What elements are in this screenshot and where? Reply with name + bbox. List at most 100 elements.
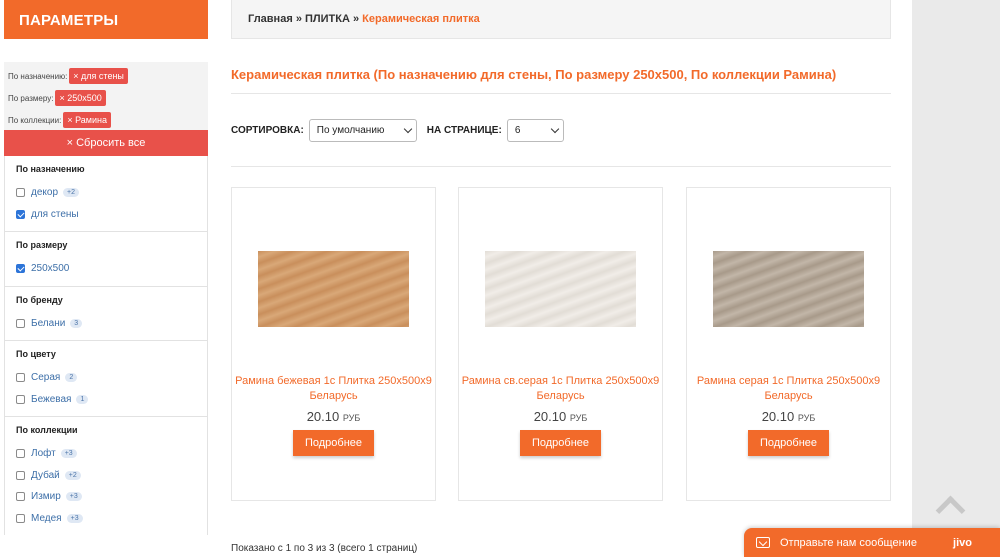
product-price: 20.10 РУБ [459, 409, 662, 424]
filter-sidebar: ПАРАМЕТРЫ По назначению: × для стены По … [4, 0, 208, 557]
filter-count-badge: +2 [63, 188, 79, 198]
active-filter-collection: По коллекции: × Рамина [8, 109, 208, 131]
details-button[interactable]: Подробнее [293, 430, 374, 456]
product-image[interactable] [713, 251, 864, 327]
breadcrumb: Главная » ПЛИТКА » Керамическая плитка [231, 0, 891, 39]
breadcrumb-home-link[interactable]: Главная [248, 13, 293, 25]
product-name-link[interactable]: Рамина св.серая 1с Плитка 250x500x9 Бела… [459, 374, 662, 404]
per-page-label: НА СТРАНИЦЕ: [426, 124, 502, 136]
price-value: 20.10 [761, 409, 795, 424]
filter-option-label[interactable]: Лофт [31, 448, 56, 459]
filter-group-title: По коллекции [16, 425, 78, 435]
filter-group-title: По размеру [16, 240, 68, 250]
checkbox-checked[interactable] [16, 264, 25, 274]
product-card[interactable]: Рамина св.серая 1с Плитка 250x500x9 Бела… [458, 187, 663, 501]
breadcrumb-separator: » [352, 13, 360, 25]
checkbox[interactable] [16, 188, 25, 198]
filter-group-title: По назначению [16, 164, 85, 174]
price-currency: РУБ [569, 413, 588, 423]
checkbox-checked[interactable] [16, 209, 25, 219]
filter-option-label[interactable]: Медея [31, 513, 62, 524]
checkbox[interactable] [16, 470, 25, 480]
filter-option-label[interactable]: Серая [31, 372, 60, 383]
sidebar-title: ПАРАМЕТРЫ [4, 0, 208, 39]
filter-group-title: По цвету [16, 349, 56, 359]
price-currency: РУБ [797, 413, 816, 423]
filter-option-label[interactable]: декор [31, 187, 58, 198]
sort-select[interactable]: По умолчанию [308, 118, 417, 142]
filter-option[interactable]: Измир +3 [16, 486, 207, 508]
filter-group-title: По бренду [16, 294, 63, 305]
filter-option[interactable]: Дубай +2 [16, 465, 207, 487]
filter-count-badge: +2 [64, 470, 81, 480]
filter-count-badge: +3 [66, 513, 83, 523]
filter-group-collection: По коллекции Лофт +3 Дубай +2 Измир +3 М… [4, 417, 208, 535]
filter-option[interactable]: Медея +3 [16, 508, 207, 530]
product-card[interactable]: Рамина бежевая 1с Плитка 250x500x9 Белар… [231, 187, 436, 501]
product-grid: Рамина бежевая 1с Плитка 250x500x9 Белар… [231, 187, 891, 501]
divider [231, 166, 891, 167]
filter-option[interactable]: Белани 3 [16, 313, 207, 335]
filter-count-badge: 3 [70, 318, 83, 328]
breadcrumb-current: Керамическая плитка [362, 13, 480, 25]
filter-option[interactable]: Бежевая 1 [16, 389, 207, 411]
chevron-down-icon [550, 124, 560, 133]
filter-count-badge: +3 [65, 492, 82, 502]
mail-icon [756, 537, 770, 548]
product-image[interactable] [485, 251, 636, 327]
active-filter-label: По назначению: [8, 71, 68, 81]
filter-group-size: По размеру 250x500 [4, 232, 208, 287]
filter-option-label[interactable]: Измир [31, 491, 61, 502]
active-filter-label: По размеру: [8, 93, 54, 103]
chat-label: Отправьте нам сообщение [780, 536, 917, 549]
breadcrumb-separator: » [295, 13, 302, 25]
product-card[interactable]: Рамина серая 1с Плитка 250x500x9 Беларус… [686, 187, 891, 501]
active-filter-purpose: По назначению: × для стены [8, 65, 208, 87]
active-filter-label: По коллекции: [8, 115, 62, 125]
sort-bar: СОРТИРОВКА: По умолчанию НА СТРАНИЦЕ: 6 [231, 94, 891, 166]
per-page-select-value: 6 [514, 124, 521, 136]
remove-filter-chip[interactable]: × для стены [69, 68, 128, 84]
per-page-select[interactable]: 6 [506, 118, 564, 142]
page-title: Керамическая плитка (По назначению для с… [231, 67, 837, 82]
chat-widget[interactable]: Отправьте нам сообщение jivo [744, 528, 1000, 557]
filter-option[interactable]: 250x500 [16, 258, 207, 280]
remove-filter-chip[interactable]: × 250x500 [55, 90, 106, 106]
filter-option-label[interactable]: Бежевая [31, 394, 71, 405]
details-button[interactable]: Подробнее [748, 430, 829, 456]
filter-option[interactable]: для стены [16, 204, 207, 226]
filter-option[interactable]: декор +2 [16, 182, 207, 204]
checkbox[interactable] [16, 373, 25, 383]
filter-count-badge: +3 [60, 449, 77, 459]
product-name-link[interactable]: Рамина серая 1с Плитка 250x500x9 Беларус… [687, 374, 890, 404]
sort-label: СОРТИРОВКА: [231, 124, 304, 136]
active-filters: По назначению: × для стены По размеру: ×… [4, 62, 208, 130]
price-value: 20.10 [306, 409, 340, 424]
chevron-down-icon [403, 124, 413, 133]
reset-all-button[interactable]: × Сбросить все [4, 130, 208, 156]
sort-select-value: По умолчанию [316, 124, 385, 136]
product-price: 20.10 РУБ [687, 409, 890, 424]
checkbox[interactable] [16, 394, 25, 404]
filter-count-badge: 2 [65, 373, 78, 383]
filter-option-label[interactable]: для стены [31, 209, 79, 220]
scroll-to-top-icon[interactable] [934, 494, 964, 514]
filter-group-color: По цвету Серая 2 Бежевая 1 [4, 341, 208, 417]
checkbox[interactable] [16, 492, 25, 502]
filter-option[interactable]: Серая 2 [16, 367, 207, 389]
price-currency: РУБ [342, 413, 361, 423]
filter-option[interactable]: Лофт +3 [16, 443, 207, 465]
product-name-link[interactable]: Рамина бежевая 1с Плитка 250x500x9 Белар… [232, 374, 435, 404]
checkbox[interactable] [16, 513, 25, 523]
breadcrumb-section-link[interactable]: ПЛИТКА [305, 13, 350, 25]
remove-filter-chip[interactable]: × Рамина [63, 112, 111, 128]
active-filter-size: По размеру: × 250x500 [8, 87, 208, 109]
checkbox[interactable] [16, 449, 25, 459]
details-button[interactable]: Подробнее [520, 430, 601, 456]
checkbox[interactable] [16, 318, 25, 328]
filter-option-label[interactable]: Белани [31, 318, 65, 329]
filter-group-purpose: По назначению декор +2 для стены [4, 156, 208, 232]
filter-option-label[interactable]: 250x500 [31, 263, 69, 274]
product-image[interactable] [258, 251, 409, 327]
filter-option-label[interactable]: Дубай [31, 470, 60, 481]
